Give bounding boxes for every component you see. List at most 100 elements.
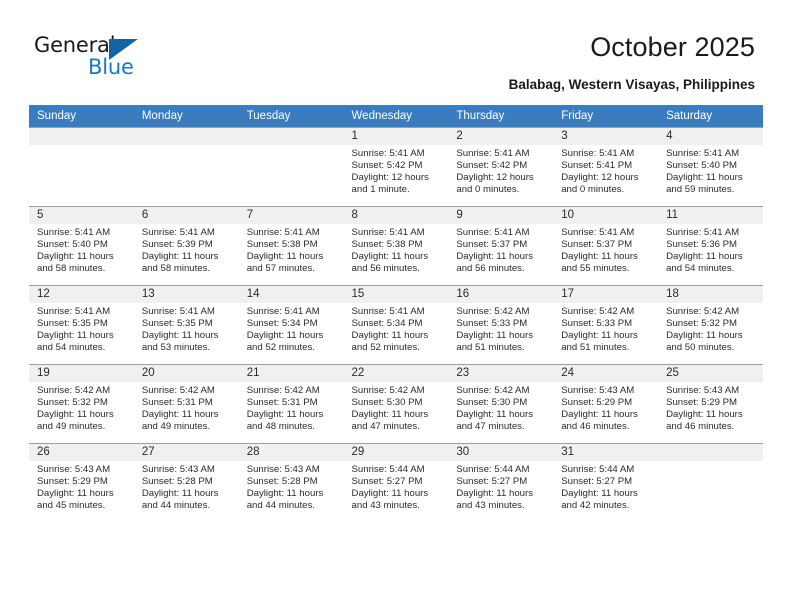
day-box [238, 128, 344, 206]
daylight-text: Daylight: 11 hours and 45 minutes. [37, 488, 114, 512]
calendar-day-cell[interactable]: 26 Sunrise: 5:43 AM Sunset: 5:29 PM Dayligh… [29, 443, 134, 522]
sunset-text: Sunset: 5:40 PM [666, 160, 737, 172]
daylight-text: Daylight: 11 hours and 44 minutes. [141, 488, 219, 512]
sunset-text: Sunset: 5:34 PM [246, 318, 318, 330]
daylight-text: Daylight: 11 hours and 54 minutes. [666, 251, 743, 275]
daylight-text: Daylight: 11 hours and 56 minutes. [456, 251, 533, 275]
sunrise-text: Sunrise: 5:41 AM [351, 227, 425, 238]
day-number: 21 [238, 365, 344, 382]
sunset-text: Sunset: 5:36 PM [666, 239, 737, 251]
calendar-day-cell[interactable]: 9 Sunrise: 5:41 AM Sunset: 5:37 PM Daylight… [448, 206, 554, 286]
day-box [658, 444, 763, 522]
daylight-text: Daylight: 11 hours and 51 minutes. [561, 330, 638, 354]
day-number: 7 [238, 207, 344, 224]
daylight-text: Daylight: 11 hours and 47 minutes. [456, 409, 533, 433]
day-number: 30 [448, 444, 554, 461]
calendar-day-cell[interactable]: 7 Sunrise: 5:41 AM Sunset: 5:38 PM Daylight… [238, 206, 344, 286]
sunrise-text: Sunrise: 5:43 AM [666, 385, 740, 396]
sunset-text: Sunset: 5:41 PM [561, 160, 633, 172]
day-number: 11 [658, 207, 763, 224]
sunset-text: Sunset: 5:34 PM [351, 318, 423, 330]
daylight-text: Daylight: 11 hours and 43 minutes. [351, 488, 429, 512]
day-box: 18 Sunrise: 5:42 AM Sunset: 5:32 PM Dayligh… [658, 286, 763, 364]
calendar-week-row: 12 Sunrise: 5:41 AM Sunset: 5:35 PM Dayligh… [29, 285, 763, 365]
day-number: 28 [238, 444, 344, 461]
sunrise-text: Sunrise: 5:42 AM [456, 385, 530, 396]
calendar-day-cell[interactable]: 17 Sunrise: 5:42 AM Sunset: 5:33 PM Dayligh… [553, 285, 659, 365]
weekday-header-row: Sunday Monday Tuesday Wednesday Thursday… [29, 105, 763, 128]
day-number [238, 128, 344, 145]
calendar-day-cell[interactable]: 21 Sunrise: 5:42 AM Sunset: 5:31 PM Dayligh… [238, 364, 344, 444]
day-box: 31 Sunrise: 5:44 AM Sunset: 5:27 PM Dayligh… [553, 444, 659, 522]
day-box: 23 Sunrise: 5:42 AM Sunset: 5:30 PM Dayligh… [448, 365, 554, 443]
calendar-day-cell[interactable]: 28 Sunrise: 5:43 AM Sunset: 5:28 PM Dayligh… [238, 443, 344, 522]
day-details: Sunrise: 5:43 AM Sunset: 5:28 PM Daylight:… [134, 461, 239, 512]
daylight-text: Daylight: 11 hours and 46 minutes. [666, 409, 743, 433]
calendar-day-cell[interactable]: 5 Sunrise: 5:41 AM Sunset: 5:40 PM Daylight… [29, 206, 134, 286]
day-details: Sunrise: 5:42 AM Sunset: 5:31 PM Daylight:… [134, 382, 239, 433]
calendar-day-cell[interactable]: 27 Sunrise: 5:43 AM Sunset: 5:28 PM Dayligh… [133, 443, 239, 522]
day-number: 10 [553, 207, 659, 224]
logo-text-general: General [34, 33, 116, 57]
sunrise-text: Sunrise: 5:41 AM [37, 227, 111, 238]
daylight-text: Daylight: 11 hours and 44 minutes. [246, 488, 324, 512]
calendar-day-cell[interactable]: 11 Sunrise: 5:41 AM Sunset: 5:36 PM Dayligh… [658, 206, 763, 286]
calendar-day-cell[interactable]: 20 Sunrise: 5:42 AM Sunset: 5:31 PM Dayligh… [133, 364, 239, 444]
logo-text-blue: Blue [88, 55, 134, 79]
day-details: Sunrise: 5:41 AM Sunset: 5:37 PM Daylight:… [553, 224, 658, 275]
calendar-day-cell[interactable]: 23 Sunrise: 5:42 AM Sunset: 5:30 PM Dayligh… [448, 364, 554, 444]
sunrise-text: Sunrise: 5:41 AM [351, 148, 425, 159]
calendar-day-cell[interactable]: 10 Sunrise: 5:41 AM Sunset: 5:37 PM Dayligh… [553, 206, 659, 286]
sunrise-text: Sunrise: 5:41 AM [141, 306, 215, 317]
calendar-day-cell[interactable]: 29 Sunrise: 5:44 AM Sunset: 5:27 PM Dayligh… [343, 443, 449, 522]
sunrise-text: Sunrise: 5:42 AM [246, 385, 320, 396]
day-number: 18 [658, 286, 763, 303]
calendar-week-row: 1 Sunrise: 5:41 AM Sunset: 5:42 PM Daylight… [29, 127, 763, 207]
calendar-day-cell[interactable]: 14 Sunrise: 5:41 AM Sunset: 5:34 PM Dayligh… [238, 285, 344, 365]
day-number: 8 [343, 207, 449, 224]
sunrise-text: Sunrise: 5:42 AM [561, 306, 635, 317]
sunrise-text: Sunrise: 5:44 AM [561, 464, 635, 475]
day-box: 29 Sunrise: 5:44 AM Sunset: 5:27 PM Dayligh… [343, 444, 449, 522]
day-box: 10 Sunrise: 5:41 AM Sunset: 5:37 PM Dayligh… [553, 207, 659, 285]
calendar-day-cell[interactable]: 30 Sunrise: 5:44 AM Sunset: 5:27 PM Dayligh… [448, 443, 554, 522]
day-details: Sunrise: 5:41 AM Sunset: 5:34 PM Daylight:… [239, 303, 344, 354]
day-details: Sunrise: 5:43 AM Sunset: 5:28 PM Daylight:… [239, 461, 344, 512]
daylight-text: Daylight: 11 hours and 48 minutes. [246, 409, 324, 433]
calendar-body: 1 Sunrise: 5:41 AM Sunset: 5:42 PM Daylight… [29, 127, 763, 522]
sunrise-text: Sunrise: 5:42 AM [37, 385, 111, 396]
sunset-text: Sunset: 5:40 PM [37, 239, 108, 251]
daylight-text: Daylight: 11 hours and 54 minutes. [37, 330, 114, 354]
day-box: 12 Sunrise: 5:41 AM Sunset: 5:35 PM Dayligh… [29, 286, 134, 364]
day-details: Sunrise: 5:42 AM Sunset: 5:31 PM Daylight:… [239, 382, 344, 433]
sunrise-text: Sunrise: 5:41 AM [37, 306, 111, 317]
calendar-day-cell[interactable]: 25 Sunrise: 5:43 AM Sunset: 5:29 PM Dayligh… [658, 364, 763, 444]
sunset-text: Sunset: 5:39 PM [141, 239, 213, 251]
calendar-day-cell[interactable]: 16 Sunrise: 5:42 AM Sunset: 5:33 PM Dayligh… [448, 285, 554, 365]
daylight-text: Daylight: 11 hours and 55 minutes. [561, 251, 638, 275]
calendar-day-cell[interactable]: 8 Sunrise: 5:41 AM Sunset: 5:38 PM Daylight… [343, 206, 449, 286]
calendar-day-cell[interactable]: 12 Sunrise: 5:41 AM Sunset: 5:35 PM Dayligh… [29, 285, 134, 365]
calendar-day-cell[interactable]: 24 Sunrise: 5:43 AM Sunset: 5:29 PM Dayligh… [553, 364, 659, 444]
calendar-day-cell[interactable]: 3 Sunrise: 5:41 AM Sunset: 5:41 PM Daylight… [553, 127, 659, 207]
calendar-day-cell[interactable]: 18 Sunrise: 5:42 AM Sunset: 5:32 PM Dayligh… [658, 285, 763, 365]
calendar-day-cell[interactable]: 4 Sunrise: 5:41 AM Sunset: 5:40 PM Daylight… [658, 127, 763, 207]
calendar-day-cell[interactable]: 13 Sunrise: 5:41 AM Sunset: 5:35 PM Dayligh… [133, 285, 239, 365]
calendar-day-cell[interactable]: 22 Sunrise: 5:42 AM Sunset: 5:30 PM Dayligh… [343, 364, 449, 444]
calendar-day-cell[interactable]: 1 Sunrise: 5:41 AM Sunset: 5:42 PM Daylight… [343, 127, 449, 207]
sunset-text: Sunset: 5:27 PM [561, 476, 633, 488]
day-details: Sunrise: 5:41 AM Sunset: 5:37 PM Daylight:… [448, 224, 553, 275]
sunrise-text: Sunrise: 5:41 AM [456, 227, 530, 238]
calendar-day-cell[interactable]: 31 Sunrise: 5:44 AM Sunset: 5:27 PM Dayligh… [553, 443, 659, 522]
day-number: 16 [448, 286, 554, 303]
page-title: October 2025 [590, 32, 755, 62]
calendar-cell-empty [29, 127, 134, 207]
calendar-day-cell[interactable]: 6 Sunrise: 5:41 AM Sunset: 5:39 PM Daylight… [133, 206, 239, 286]
day-details: Sunrise: 5:41 AM Sunset: 5:39 PM Daylight:… [134, 224, 239, 275]
sunrise-text: Sunrise: 5:41 AM [456, 148, 530, 159]
calendar-day-cell[interactable]: 19 Sunrise: 5:42 AM Sunset: 5:32 PM Dayligh… [29, 364, 134, 444]
calendar-day-cell[interactable]: 2 Sunrise: 5:41 AM Sunset: 5:42 PM Daylight… [448, 127, 554, 207]
daylight-text: Daylight: 11 hours and 51 minutes. [456, 330, 533, 354]
day-number: 27 [133, 444, 239, 461]
calendar-day-cell[interactable]: 15 Sunrise: 5:41 AM Sunset: 5:34 PM Dayligh… [343, 285, 449, 365]
